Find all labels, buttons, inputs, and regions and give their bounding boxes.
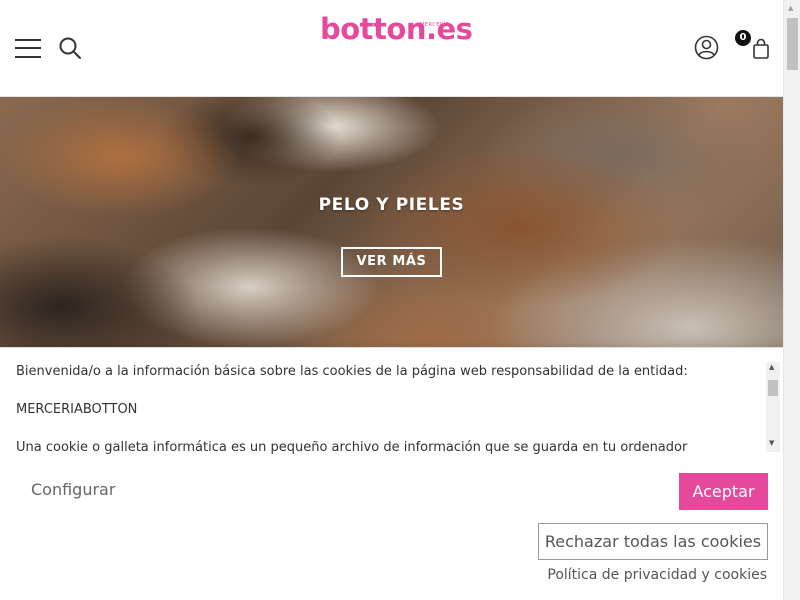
site-logo[interactable]: botton.es MERCERÍA bbox=[320, 12, 473, 52]
logo-text: botton.es bbox=[320, 12, 473, 46]
page-scrollbar[interactable]: ▲ bbox=[783, 0, 800, 600]
shopping-bag-icon[interactable] bbox=[751, 38, 771, 60]
logo-tagline: MERCERÍA bbox=[420, 22, 450, 28]
cookie-consent-panel: Bienvenida/o a la información básica sob… bbox=[0, 347, 783, 600]
cookie-paragraph: MERCERIABOTTON bbox=[16, 402, 138, 417]
hamburger-menu-icon[interactable] bbox=[15, 37, 41, 59]
ver-mas-button[interactable]: VER MÁS bbox=[341, 247, 442, 277]
user-account-icon[interactable] bbox=[694, 35, 719, 60]
page-scroll-thumb[interactable] bbox=[787, 18, 798, 70]
site-header: botton.es MERCERÍA 0 bbox=[0, 0, 783, 97]
cookie-paragraph: Bienvenida/o a la información básica sob… bbox=[16, 364, 688, 379]
cookie-info-text[interactable]: Bienvenida/o a la información básica sob… bbox=[16, 362, 761, 454]
cookie-text-scrollbar[interactable]: ▲ ▼ bbox=[766, 362, 780, 452]
accept-cookies-button[interactable]: Aceptar bbox=[679, 473, 768, 510]
cart-count-badge: 0 bbox=[735, 30, 751, 46]
scroll-thumb[interactable] bbox=[768, 380, 778, 396]
hero-banner: PELO Y PIELES VER MÁS bbox=[0, 97, 783, 357]
search-icon[interactable] bbox=[58, 36, 82, 60]
scroll-down-arrow-icon[interactable]: ▼ bbox=[769, 439, 774, 447]
reject-cookies-button[interactable]: Rechazar todas las cookies bbox=[538, 523, 768, 560]
hero-title: PELO Y PIELES bbox=[318, 195, 465, 215]
scroll-up-arrow-icon[interactable]: ▲ bbox=[788, 4, 793, 12]
scroll-up-arrow-icon[interactable]: ▲ bbox=[769, 363, 774, 371]
privacy-policy-link[interactable]: Política de privacidad y cookies bbox=[540, 567, 767, 583]
configure-cookies-button[interactable]: Configurar bbox=[31, 480, 115, 499]
cookie-paragraph: Una cookie o galleta informática es un p… bbox=[16, 440, 688, 454]
